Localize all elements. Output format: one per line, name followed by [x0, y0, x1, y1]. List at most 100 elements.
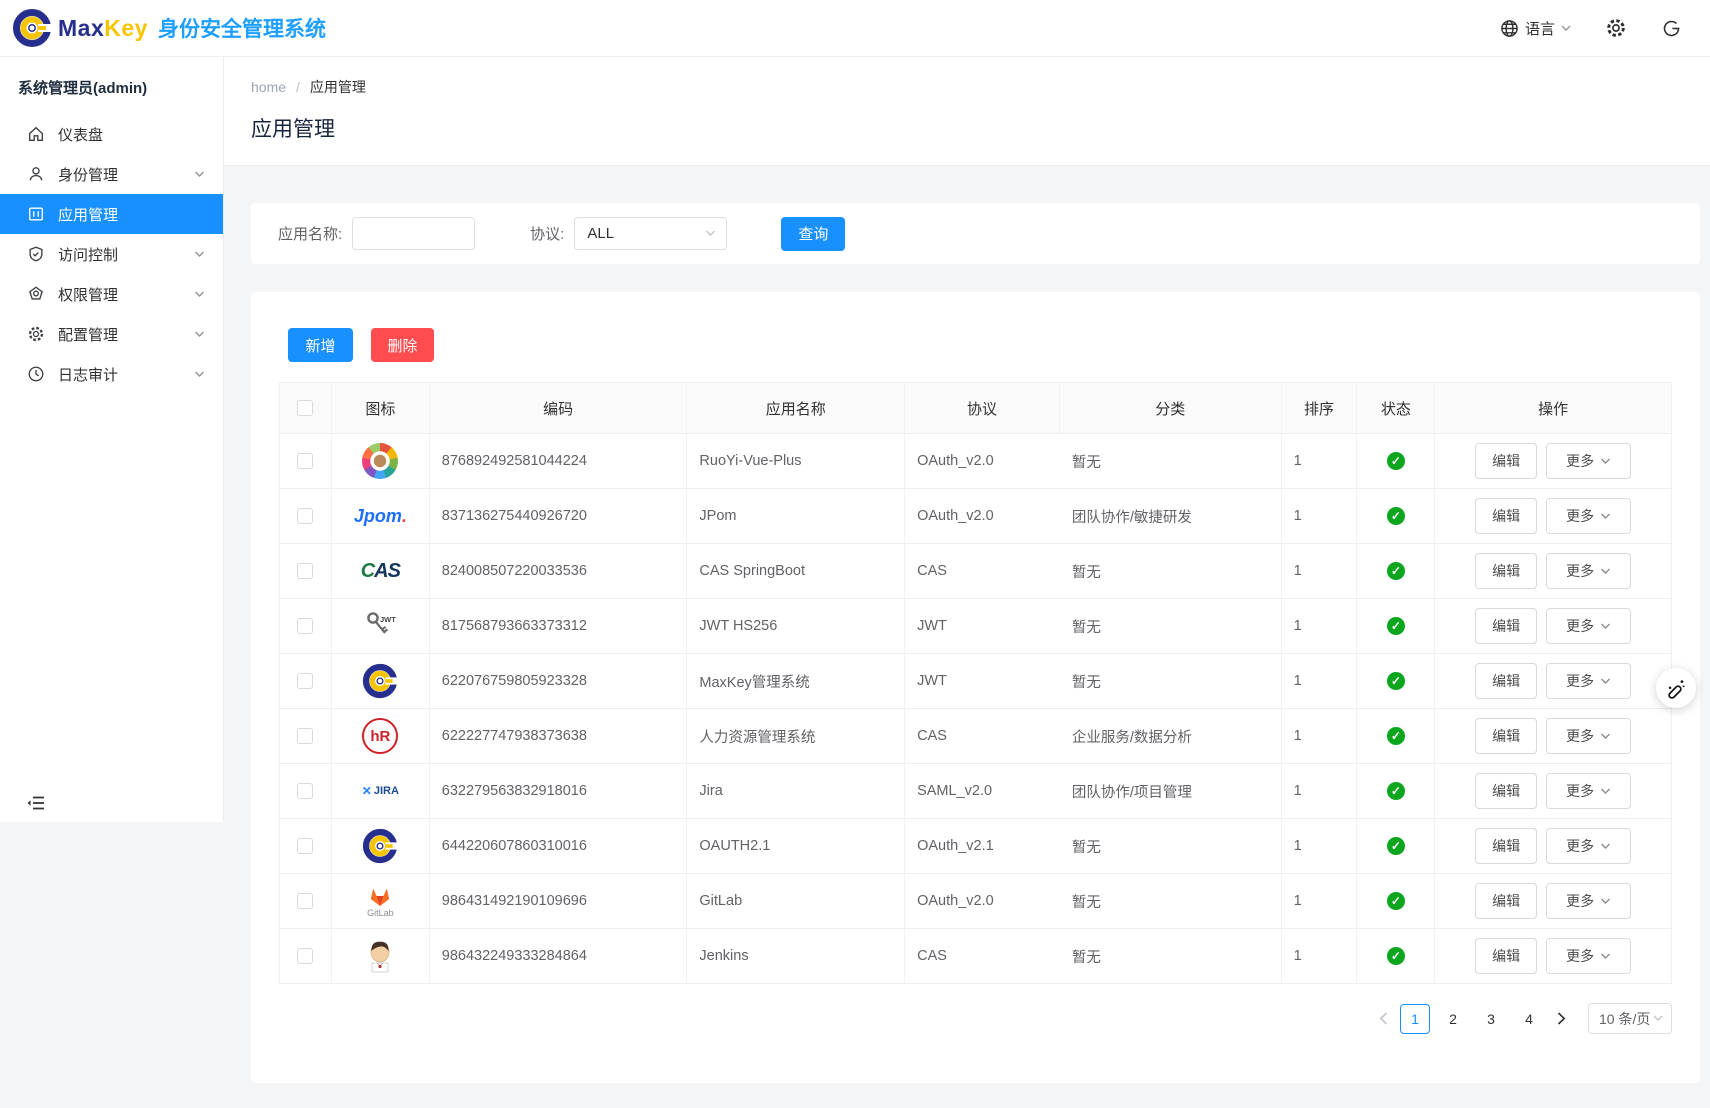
page-prev-icon[interactable] — [1370, 1012, 1396, 1025]
app-category: 暂无 — [1060, 929, 1282, 983]
row-actions: 编辑更多 — [1435, 874, 1671, 928]
row-select-cell — [280, 434, 332, 488]
page-title: 应用管理 — [251, 113, 1710, 143]
app-name: RuoYi-Vue-Plus — [687, 434, 905, 488]
select-all-checkbox[interactable] — [297, 400, 313, 416]
edit-button[interactable]: 编辑 — [1475, 883, 1537, 919]
row-checkbox[interactable] — [297, 618, 313, 634]
magic-wand-button[interactable] — [1656, 668, 1696, 708]
page-next-icon[interactable] — [1548, 1012, 1574, 1025]
sidebar-item-access[interactable]: 访问控制 — [0, 234, 223, 274]
row-checkbox[interactable] — [297, 893, 313, 909]
sidebar-item-dashboard[interactable]: 仪表盘 — [0, 114, 223, 154]
header-select-all-cell — [280, 383, 332, 433]
app-category: 暂无 — [1060, 874, 1282, 928]
row-checkbox[interactable] — [297, 453, 313, 469]
edit-button[interactable]: 编辑 — [1475, 938, 1537, 974]
more-button[interactable]: 更多 — [1546, 938, 1631, 974]
more-label: 更多 — [1566, 506, 1594, 526]
app-category: 暂无 — [1060, 654, 1282, 708]
sidebar-item-apps[interactable]: 应用管理 — [0, 194, 223, 234]
language-dropdown[interactable]: 语言 — [1500, 18, 1571, 39]
table-row: 986432249333284864JenkinsCAS暂无1✓编辑更多 — [280, 929, 1671, 984]
row-checkbox[interactable] — [297, 948, 313, 964]
settings-gear-icon[interactable] — [1605, 17, 1627, 39]
more-button[interactable]: 更多 — [1546, 773, 1631, 809]
more-button[interactable]: 更多 — [1546, 608, 1631, 644]
more-button[interactable]: 更多 — [1546, 553, 1631, 589]
app-icon-cell: CAS — [332, 544, 430, 598]
row-checkbox[interactable] — [297, 563, 313, 579]
page-number-4[interactable]: 4 — [1514, 1004, 1544, 1034]
search-button[interactable]: 查询 — [781, 217, 845, 251]
row-checkbox[interactable] — [297, 838, 313, 854]
breadcrumb: home / 应用管理 — [251, 77, 1710, 97]
app-protocol: CAS — [905, 929, 1060, 983]
app-name-input[interactable] — [352, 217, 475, 250]
row-checkbox[interactable] — [297, 728, 313, 744]
edit-button[interactable]: 编辑 — [1475, 828, 1537, 864]
add-button[interactable]: 新增 — [288, 328, 353, 362]
chevron-down-icon — [1600, 898, 1611, 905]
sidebar-item-audit[interactable]: 日志审计 — [0, 354, 223, 394]
edit-button[interactable]: 编辑 — [1475, 773, 1537, 809]
app-name: MaxKey管理系统 — [687, 654, 905, 708]
app-icon-cas: CAS — [361, 560, 400, 583]
row-checkbox[interactable] — [297, 508, 313, 524]
status-enabled-icon: ✓ — [1387, 507, 1405, 525]
more-button[interactable]: 更多 — [1546, 443, 1631, 479]
more-button[interactable]: 更多 — [1546, 883, 1631, 919]
table-row: JWT817568793663373312JWT HS256JWT暂无1✓编辑更… — [280, 599, 1671, 654]
edit-button[interactable]: 编辑 — [1475, 718, 1537, 754]
edit-button[interactable]: 编辑 — [1475, 443, 1537, 479]
edit-button[interactable]: 编辑 — [1475, 553, 1537, 589]
delete-button[interactable]: 删除 — [371, 328, 434, 362]
breadcrumb-home-link[interactable]: home — [251, 79, 286, 95]
header-actions: 语言 — [1500, 17, 1682, 39]
menu-fold-icon[interactable] — [26, 792, 48, 814]
sidebar-item-config[interactable]: 配置管理 — [0, 314, 223, 354]
column-header-code: 编码 — [430, 383, 688, 433]
page-size-select[interactable]: 10 条/页 — [1588, 1003, 1672, 1034]
chevron-down-icon — [1600, 458, 1611, 465]
row-checkbox[interactable] — [297, 673, 313, 689]
sidebar-item-permission[interactable]: 权限管理 — [0, 274, 223, 314]
app-category: 暂无 — [1060, 544, 1282, 598]
column-header-protocol: 协议 — [905, 383, 1060, 433]
row-actions: 编辑更多 — [1435, 819, 1671, 873]
sidebar-item-label: 访问控制 — [58, 244, 118, 265]
sidebar-item-identity[interactable]: 身份管理 — [0, 154, 223, 194]
app-name: Jira — [687, 764, 905, 818]
sidebar-item-label: 应用管理 — [58, 204, 118, 225]
edit-button[interactable]: 编辑 — [1475, 498, 1537, 534]
table-row: GitLab986431492190109696GitLabOAuth_v2.0… — [280, 874, 1671, 929]
table-row: ✕JIRA632279563832918016JiraSAML_v2.0团队协作… — [280, 764, 1671, 819]
language-label: 语言 — [1525, 18, 1555, 39]
edit-button[interactable]: 编辑 — [1475, 608, 1537, 644]
app-icon-cell: Jpom. — [332, 489, 430, 543]
dashboard-icon — [27, 125, 45, 143]
edit-button[interactable]: 编辑 — [1475, 663, 1537, 699]
page-number-3[interactable]: 3 — [1476, 1004, 1506, 1034]
access-icon — [27, 245, 45, 263]
chevron-down-icon — [194, 331, 205, 338]
more-button[interactable]: 更多 — [1546, 718, 1631, 754]
row-checkbox[interactable] — [297, 783, 313, 799]
brand-subtitle: 身份安全管理系统 — [158, 13, 326, 43]
brand-max: Max — [58, 15, 104, 41]
more-button[interactable]: 更多 — [1546, 663, 1631, 699]
row-select-cell — [280, 544, 332, 598]
logout-icon[interactable] — [1661, 18, 1682, 39]
page-number-2[interactable]: 2 — [1438, 1004, 1468, 1034]
protocol-select[interactable]: ALL — [574, 217, 727, 250]
apps-table: 图标 编码 应用名称 协议 分类 排序 状态 操作 87689249258104… — [279, 382, 1672, 984]
row-actions: 编辑更多 — [1435, 929, 1671, 983]
app-status-cell: ✓ — [1357, 874, 1435, 928]
more-button[interactable]: 更多 — [1546, 498, 1631, 534]
more-label: 更多 — [1566, 726, 1594, 746]
row-actions: 编辑 更多 — [1435, 489, 1671, 543]
more-button[interactable]: 更多 — [1546, 828, 1631, 864]
app-category: 暂无 — [1060, 434, 1282, 488]
page-number-1[interactable]: 1 — [1400, 1004, 1430, 1034]
table-row: 644220607860310016OAUTH2.1OAuth_v2.1暂无1✓… — [280, 819, 1671, 874]
